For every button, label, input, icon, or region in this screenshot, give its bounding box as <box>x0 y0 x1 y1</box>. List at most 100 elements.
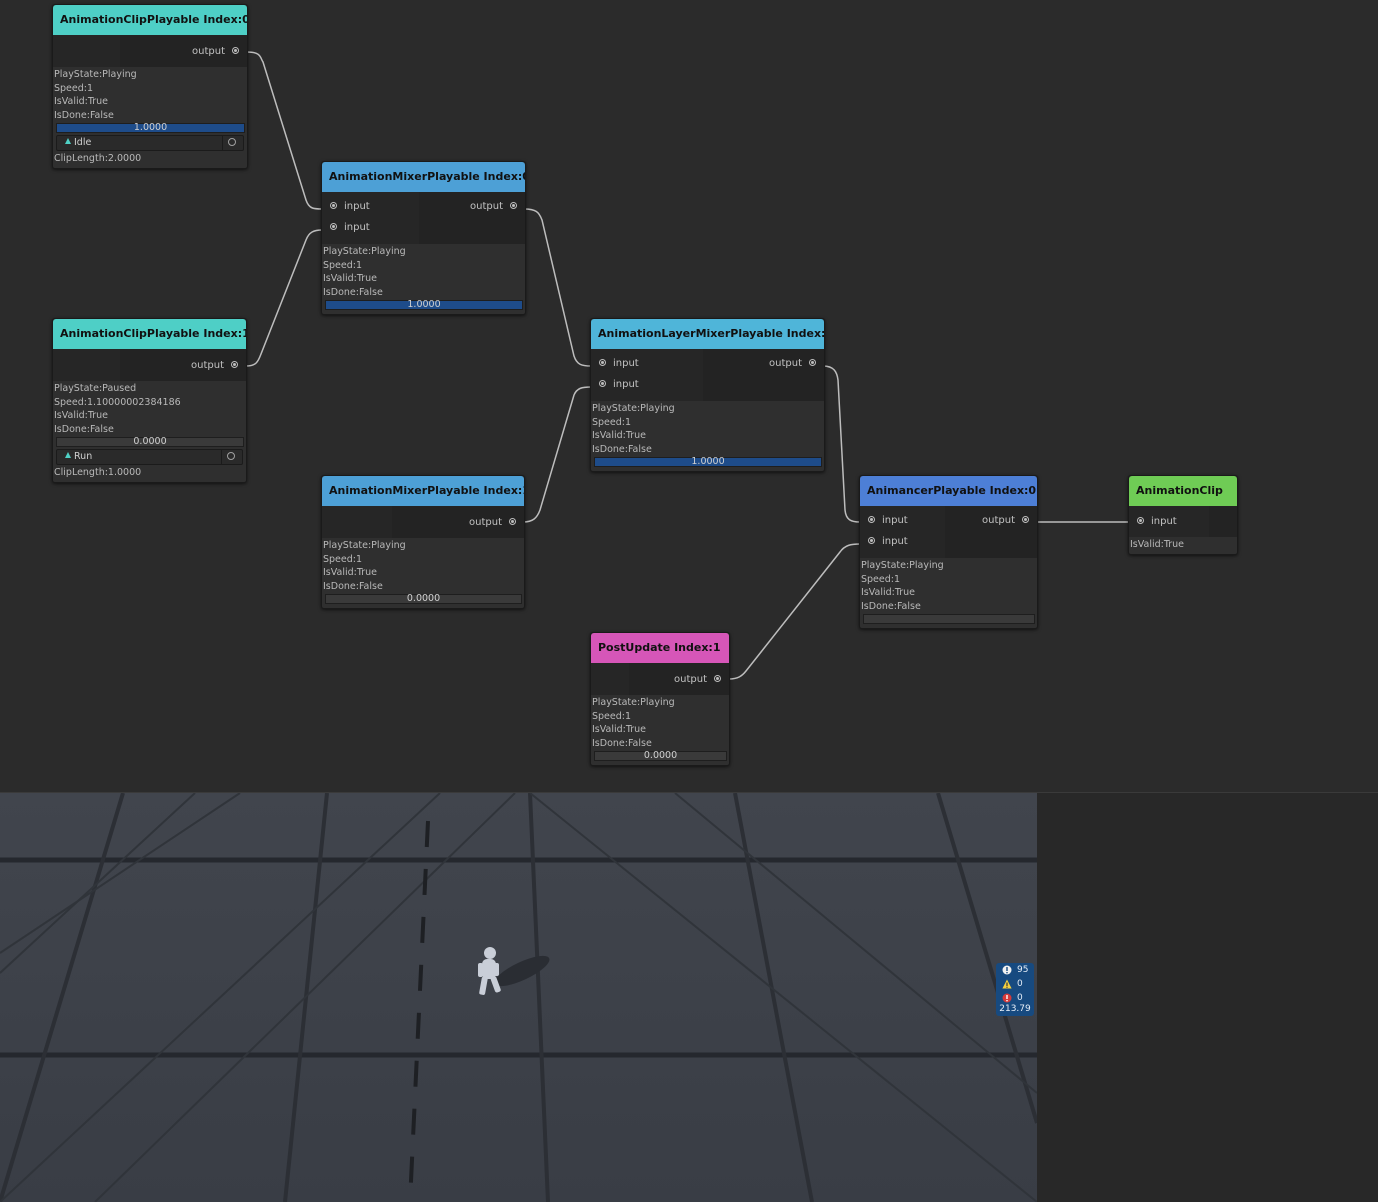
weight-value: 1.0000 <box>407 299 441 310</box>
node-animation-layer-mixer-playable-0[interactable]: AnimationLayerMixerPlayable Index:0 inpu… <box>590 318 825 472</box>
speed: Speed:1 <box>54 82 94 94</box>
port-dot-icon[interactable] <box>231 361 238 368</box>
node-animation-mixer-playable-0[interactable]: AnimationMixerPlayable Index:0 input inp… <box>321 161 526 315</box>
is-valid: IsValid:True <box>592 430 647 441</box>
node-title: AnimationClip <box>1129 476 1237 506</box>
port-label: input <box>882 536 908 547</box>
animation-clip-icon <box>65 138 71 144</box>
node-title: AnimancerPlayable Index:0 <box>860 476 1037 506</box>
weight-bar[interactable]: 1.0000 <box>325 300 523 310</box>
is-done: IsDone:False <box>54 109 114 121</box>
weight-value: 0.0000 <box>133 436 167 447</box>
port-label: output <box>769 358 802 369</box>
port-label: output <box>192 46 225 57</box>
input-port[interactable]: input <box>1129 511 1209 532</box>
node-animation-clip-output[interactable]: AnimationClip input IsValid:True <box>1128 475 1238 555</box>
empty-panel <box>1037 793 1378 1202</box>
port-dot-icon[interactable] <box>868 537 875 544</box>
port-label: output <box>470 201 503 212</box>
port-label: input <box>1151 516 1177 527</box>
clip-length: ClipLength:1.0000 <box>54 467 142 478</box>
node-animation-clip-playable-0[interactable]: AnimationClipPlayable Index:0 output Pla… <box>52 4 248 169</box>
input-port[interactable]: input <box>322 217 419 238</box>
input-port[interactable]: input <box>322 196 419 217</box>
output-port[interactable]: output <box>120 355 246 376</box>
speed: Speed:1 <box>323 259 363 271</box>
port-dot-icon[interactable] <box>509 518 516 525</box>
clip-length: ClipLength:2.0000 <box>54 153 142 164</box>
port-dot-icon[interactable] <box>510 202 517 209</box>
port-dot-icon[interactable] <box>868 516 875 523</box>
is-valid: IsValid:True <box>861 587 916 598</box>
port-dot-icon[interactable] <box>330 223 337 230</box>
port-dot-icon[interactable] <box>1022 516 1029 523</box>
play-state: PlayState:Playing <box>54 69 137 80</box>
info-stat: 95 <box>996 964 1034 977</box>
game-view[interactable] <box>0 793 1037 1202</box>
output-port[interactable]: output <box>392 512 524 533</box>
node-title: PostUpdate Index:1 <box>591 633 729 663</box>
is-valid: IsValid:True <box>323 567 378 578</box>
is-valid: IsValid:True <box>54 96 109 107</box>
output-port[interactable]: output <box>703 353 824 374</box>
speed: Speed:1 <box>592 416 632 428</box>
port-dot-icon[interactable] <box>599 380 606 387</box>
is-done: IsDone:False <box>323 286 383 298</box>
weight-bar[interactable]: 1.0000 <box>56 123 245 133</box>
is-done: IsDone:False <box>592 443 652 455</box>
port-dot-icon[interactable] <box>330 202 337 209</box>
weight-bar[interactable]: 0.0000 <box>56 437 244 447</box>
is-valid: IsValid:True <box>323 273 378 284</box>
node-animation-mixer-playable-1[interactable]: AnimationMixerPlayable Index:1 output Pl… <box>321 475 525 609</box>
weight-value: 1.0000 <box>133 122 168 133</box>
input-port[interactable]: input <box>860 510 945 531</box>
port-dot-icon[interactable] <box>809 359 816 366</box>
input-port[interactable]: input <box>591 353 703 374</box>
node-title: AnimationClipPlayable Index:1 <box>53 319 246 349</box>
object-picker-icon[interactable] <box>221 450 242 464</box>
clip-name: Idle <box>74 137 92 148</box>
port-label: output <box>191 360 224 371</box>
port-dot-icon[interactable] <box>714 675 721 682</box>
clip-object-field[interactable]: Idle <box>56 135 244 151</box>
animation-clip-icon <box>65 452 71 458</box>
weight-bar[interactable]: 0.0000 <box>325 594 522 604</box>
output-port[interactable]: output <box>120 41 247 62</box>
is-done: IsDone:False <box>592 737 652 749</box>
fps-readout: 213.79 <box>999 1004 1031 1014</box>
info-count: 95 <box>1017 965 1029 975</box>
weight-bar[interactable]: 1.0000 <box>594 457 822 467</box>
port-dot-icon[interactable] <box>232 47 239 54</box>
input-port[interactable]: input <box>591 374 703 395</box>
clip-object-field[interactable]: Run <box>56 449 243 465</box>
weight-bar[interactable]: 0.0000 <box>594 751 727 761</box>
speed: Speed:1 <box>323 553 363 565</box>
port-label: input <box>344 201 370 212</box>
play-state: PlayState:Playing <box>861 560 944 571</box>
node-post-update-1[interactable]: PostUpdate Index:1 output PlayState:Play… <box>590 632 730 766</box>
object-picker-icon[interactable] <box>222 136 243 150</box>
speed: Speed:1 <box>861 573 901 585</box>
edge-mixer0-layer0 <box>523 208 592 367</box>
port-label: output <box>982 515 1015 526</box>
node-animation-clip-playable-1[interactable]: AnimationClipPlayable Index:1 output Pla… <box>52 318 247 483</box>
output-port[interactable]: output <box>419 196 525 217</box>
input-port[interactable]: input <box>860 531 945 552</box>
output-port[interactable]: output <box>945 510 1037 531</box>
node-animancer-playable-0[interactable]: AnimancerPlayable Index:0 input input ou… <box>859 475 1038 629</box>
port-dot-icon[interactable] <box>599 359 606 366</box>
edge-clip0-mixer0 <box>246 51 323 210</box>
is-done: IsDone:False <box>861 600 921 612</box>
clip-name: Run <box>74 451 93 462</box>
weight-bar[interactable] <box>863 614 1035 624</box>
port-dot-icon[interactable] <box>1137 517 1144 524</box>
weight-value: 0.0000 <box>406 593 441 604</box>
node-title: AnimationMixerPlayable Index:1 <box>322 476 524 506</box>
output-port[interactable]: output <box>629 669 729 690</box>
playable-graph-view[interactable]: AnimationClipPlayable Index:0 output Pla… <box>0 0 1378 793</box>
play-state: PlayState:Playing <box>323 246 406 257</box>
is-valid: IsValid:True <box>1130 539 1185 550</box>
console-stats-badge[interactable]: 95 0 0 213.79 <box>996 963 1034 1016</box>
weight-value: 1.0000 <box>691 456 725 467</box>
warning-count: 0 <box>1017 979 1023 989</box>
